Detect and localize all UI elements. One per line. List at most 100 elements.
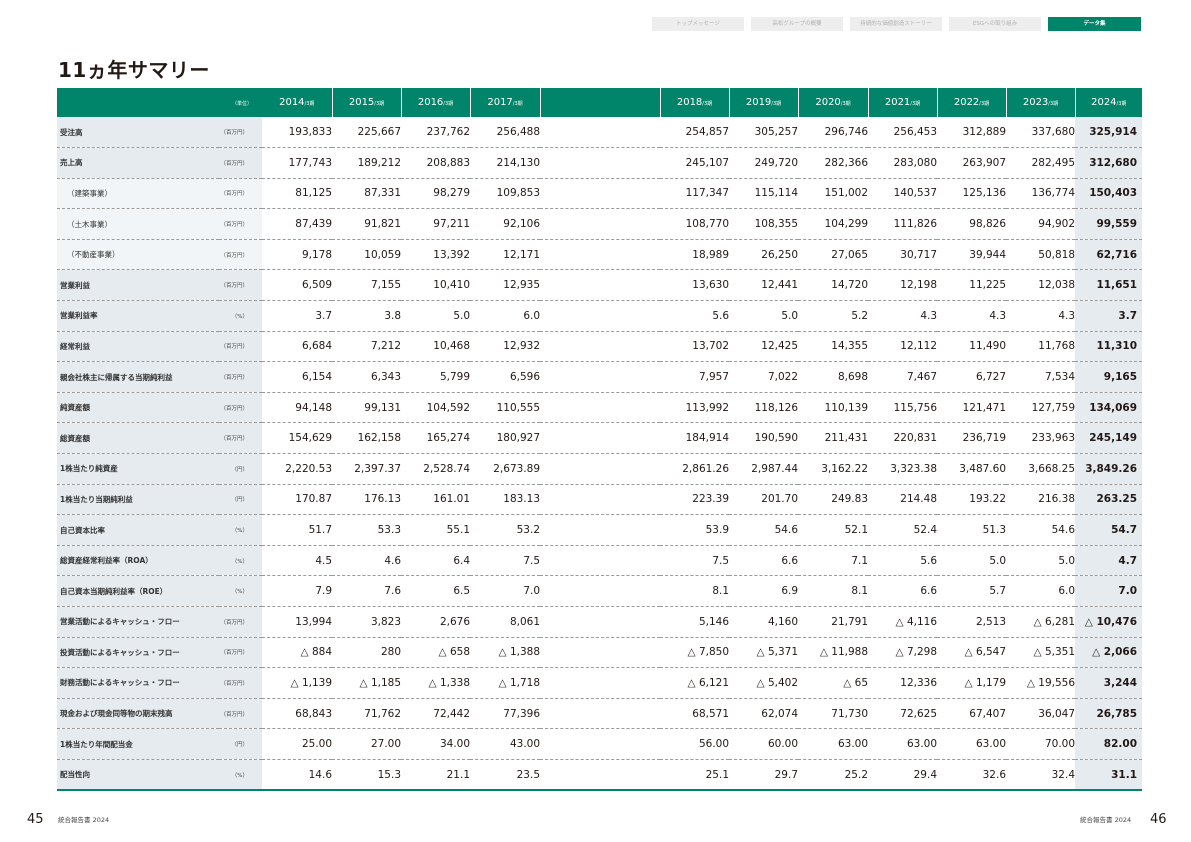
- value-cell: 5.6: [868, 545, 938, 577]
- value-cell: 98,279: [401, 178, 471, 210]
- value-cell: 8.1: [660, 575, 730, 607]
- page-number-left: 45: [27, 812, 44, 827]
- year-header-2019: 2019/3期: [729, 88, 799, 117]
- value-cell: 15.3: [332, 759, 402, 792]
- row-label: 総資産額: [57, 422, 219, 455]
- value-cell: 118,126: [729, 392, 799, 424]
- nav-tab-4[interactable]: ESGへの取り組み: [949, 17, 1041, 31]
- value-cell: 282,495: [1006, 147, 1076, 179]
- column-gap: [540, 545, 661, 577]
- row-label: 現金および現金同等物の期末残高: [57, 698, 219, 730]
- column-gap: [540, 575, 661, 607]
- value-cell: 7,957: [660, 361, 730, 393]
- nav-tab-1[interactable]: トップメッセージ: [652, 17, 744, 31]
- value-cell: 81,125: [262, 178, 333, 210]
- value-cell: 29.4: [868, 759, 938, 792]
- row-label: （不動産事業）: [57, 239, 219, 271]
- value-cell: 4,160: [729, 606, 799, 638]
- value-cell: 10,410: [401, 269, 471, 302]
- value-cell: 312,680: [1075, 147, 1143, 179]
- value-cell: 87,331: [332, 178, 402, 210]
- value-cell: 12,935: [470, 269, 541, 302]
- value-cell: 3,244: [1075, 667, 1143, 699]
- value-cell: 5.0: [1006, 545, 1076, 577]
- column-gap: [540, 178, 661, 210]
- value-cell: 18,989: [660, 239, 730, 271]
- row-unit: （百万円）: [219, 698, 263, 730]
- value-cell: 53.9: [660, 514, 730, 546]
- value-cell: 5,799: [401, 361, 471, 393]
- value-cell: 6.0: [1006, 575, 1076, 607]
- value-cell: 87,439: [262, 208, 333, 240]
- value-cell: 3.7: [262, 300, 333, 332]
- value-cell: △ 7,298: [868, 637, 938, 669]
- row-unit: （百万円）: [219, 637, 263, 669]
- value-cell: 91,821: [332, 208, 402, 240]
- year-label: 2021: [884, 97, 911, 108]
- value-cell: △ 658: [401, 637, 471, 669]
- column-gap: [540, 728, 661, 760]
- table-row: 自己資本比率 （%） 51.7 53.3 55.1 53.2 53.9 54.6 52.1 52.…: [57, 514, 1143, 546]
- column-gap: [540, 606, 661, 638]
- value-cell: △ 884: [262, 637, 333, 669]
- value-cell: 110,555: [470, 392, 541, 424]
- value-cell: 4.3: [868, 300, 938, 332]
- value-cell: 162,158: [332, 422, 402, 455]
- value-cell: △ 1,338: [401, 667, 471, 699]
- row-label: 配当性向: [57, 759, 219, 792]
- value-cell: 14.6: [262, 759, 333, 792]
- value-cell: 5.0: [729, 300, 799, 332]
- row-label: （建築事業）: [57, 178, 219, 210]
- value-cell: 214.48: [868, 484, 938, 516]
- nav-tab-2[interactable]: 高松グループの概要: [751, 17, 843, 31]
- value-cell: 68,843: [262, 698, 333, 730]
- value-cell: 6,727: [937, 361, 1007, 393]
- value-cell: 256,453: [868, 117, 938, 149]
- page-number-right: 46: [1150, 812, 1167, 827]
- value-cell: 7,155: [332, 269, 402, 302]
- value-cell: 13,702: [660, 331, 730, 363]
- column-gap: [540, 484, 661, 516]
- row-unit: （百万円）: [219, 667, 263, 699]
- value-cell: 27,065: [798, 239, 869, 271]
- row-label: 1株当たり純資産: [57, 453, 219, 485]
- value-cell: 56.00: [660, 728, 730, 760]
- value-cell: 280: [332, 637, 402, 669]
- row-unit: （百万円）: [219, 178, 263, 210]
- fiscal-suffix: /3期: [374, 101, 385, 107]
- value-cell: 31.1: [1075, 759, 1143, 792]
- year-header-2022: 2022/3期: [937, 88, 1007, 117]
- value-cell: 12,441: [729, 269, 799, 302]
- value-cell: △ 6,547: [937, 637, 1007, 669]
- value-cell: 63.00: [937, 728, 1007, 760]
- nav-tab-5[interactable]: データ集: [1048, 17, 1141, 31]
- table-row: 営業利益率 （%） 3.7 3.8 5.0 6.0 5.6 5.0 5.2 4.3 4.3 4.3 3.…: [57, 300, 1143, 332]
- value-cell: △ 2,066: [1075, 637, 1143, 669]
- table-row: （不動産事業） （百万円） 9,178 10,059 13,392 12,171 18,98…: [57, 239, 1143, 271]
- value-cell: 9,178: [262, 239, 333, 271]
- value-cell: △ 1,388: [470, 637, 541, 669]
- value-cell: 72,442: [401, 698, 471, 730]
- value-cell: 10,059: [332, 239, 402, 271]
- column-gap: [540, 698, 661, 730]
- value-cell: 63.00: [798, 728, 869, 760]
- row-label: 純資産額: [57, 392, 219, 424]
- value-cell: 13,994: [262, 606, 333, 638]
- value-cell: 104,299: [798, 208, 869, 240]
- value-cell: 6.5: [401, 575, 471, 607]
- value-cell: 98,826: [937, 208, 1007, 240]
- value-cell: 71,730: [798, 698, 869, 730]
- value-cell: 10,468: [401, 331, 471, 363]
- value-cell: 193.22: [937, 484, 1007, 516]
- eleven-year-summary-table: （単位） 2014/3期 2015/3期 2016/3期 2017/3期 2018/3期 2…: [57, 88, 1143, 792]
- value-cell: 8,061: [470, 606, 541, 638]
- nav-tab-3[interactable]: 持続的な価値創造ストーリー: [850, 17, 942, 31]
- value-cell: 108,355: [729, 208, 799, 240]
- value-cell: 283,080: [868, 147, 938, 179]
- table-row: 総資産経常利益率（ROA） （%） 4.5 4.6 6.4 7.5 7.5 6.6 7.1 5.6…: [57, 545, 1143, 577]
- value-cell: 68,571: [660, 698, 730, 730]
- value-cell: △ 1,718: [470, 667, 541, 699]
- value-cell: 263.25: [1075, 484, 1143, 516]
- row-unit: （百万円）: [219, 422, 263, 455]
- value-cell: 3.7: [1075, 300, 1143, 332]
